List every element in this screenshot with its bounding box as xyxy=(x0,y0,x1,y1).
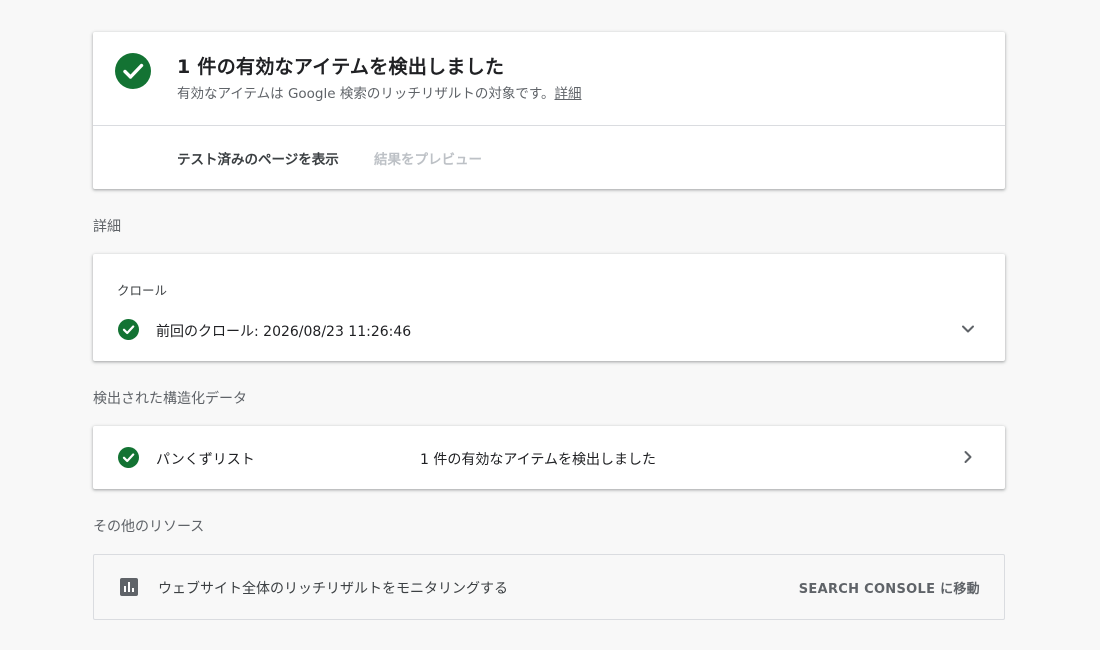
check-circle-icon xyxy=(115,53,151,89)
check-circle-icon xyxy=(118,447,139,468)
chevron-down-icon[interactable] xyxy=(959,320,977,338)
summary-card: 1 件の有効なアイテムを検出しました 有効なアイテムは Google 検索のリッ… xyxy=(93,32,1005,189)
divider xyxy=(93,125,1005,126)
monitor-rich-results-text: ウェブサイト全体のリッチリザルトをモニタリングする xyxy=(158,581,508,597)
result-title: 1 件の有効なアイテムを検出しました xyxy=(177,56,505,78)
view-tested-page-button[interactable]: テスト済みのページを表示 xyxy=(177,148,339,168)
other-resources-heading: その他のリソース xyxy=(93,519,205,535)
last-crawl-text: 前回のクロール: 2026/08/23 11:26:46 xyxy=(156,324,412,340)
result-subtitle: 有効なアイテムは Google 検索のリッチリザルトの対象です。詳細 xyxy=(177,82,582,102)
crawl-card: クロール 前回のクロール: 2026/08/23 11:26:46 xyxy=(93,254,1005,361)
bar-chart-icon xyxy=(120,578,138,596)
check-circle-icon xyxy=(118,319,139,340)
details-link[interactable]: 詳細 xyxy=(555,86,582,102)
crawl-label: クロール xyxy=(117,283,168,298)
preview-results-button: 結果をプレビュー xyxy=(374,148,482,168)
chevron-right-icon[interactable] xyxy=(959,448,977,466)
result-subtitle-text: 有効なアイテムは Google 検索のリッチリザルトの対象です。 xyxy=(177,86,555,102)
go-to-search-console-button[interactable]: SEARCH CONSOLE に移動 xyxy=(799,578,980,597)
item-status: 1 件の有効なアイテムを検出しました xyxy=(420,452,656,468)
structured-data-heading: 検出された構造化データ xyxy=(93,391,247,407)
details-heading: 詳細 xyxy=(93,219,121,235)
breadcrumb-item-row[interactable]: パンくずリスト 1 件の有効なアイテムを検出しました xyxy=(93,426,1005,489)
search-console-resource-card: ウェブサイト全体のリッチリザルトをモニタリングする SEARCH CONSOLE… xyxy=(93,554,1005,620)
item-type-name: パンくずリスト xyxy=(156,452,255,468)
